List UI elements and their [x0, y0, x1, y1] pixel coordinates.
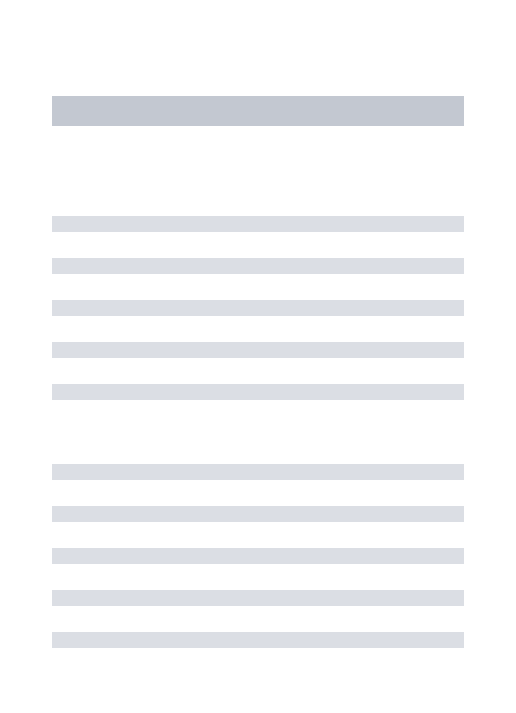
text-line-placeholder	[52, 506, 464, 522]
text-line-placeholder	[52, 590, 464, 606]
text-line-placeholder	[52, 258, 464, 274]
text-line-placeholder	[52, 384, 464, 400]
text-line-placeholder	[52, 342, 464, 358]
text-line-placeholder	[52, 632, 464, 648]
page-skeleton	[0, 0, 516, 648]
text-line-placeholder	[52, 216, 464, 232]
title-placeholder	[52, 96, 464, 126]
text-line-placeholder	[52, 464, 464, 480]
text-line-placeholder	[52, 300, 464, 316]
text-line-placeholder	[52, 548, 464, 564]
